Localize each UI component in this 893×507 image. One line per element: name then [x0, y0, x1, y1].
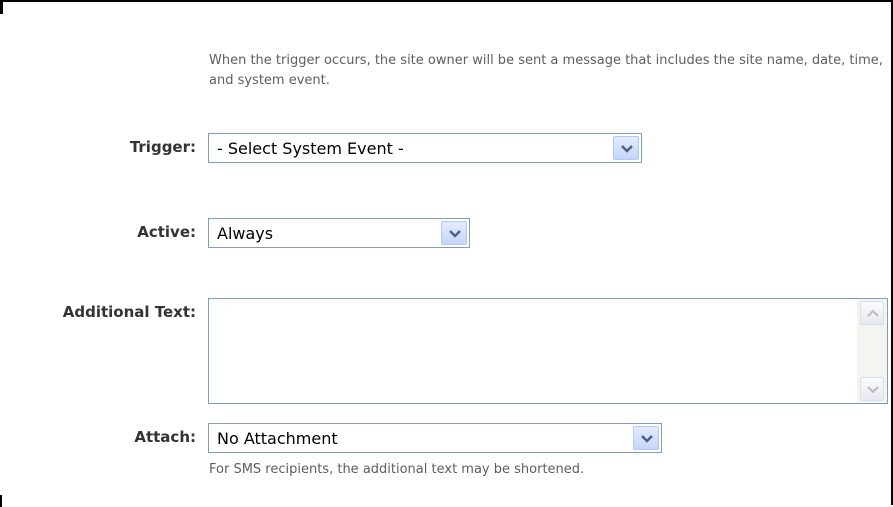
form-panel: When the trigger occurs, the site owner …: [0, 0, 893, 507]
trigger-select-value: - Select System Event -: [217, 139, 404, 158]
active-label: Active:: [137, 223, 196, 241]
additional-text-label: Additional Text:: [62, 303, 196, 321]
active-select[interactable]: Always: [208, 218, 470, 248]
scroll-down-button[interactable]: [860, 377, 884, 401]
trigger-select[interactable]: - Select System Event -: [208, 133, 642, 163]
scroll-up-button[interactable]: [860, 301, 884, 325]
frame-corner: [0, 495, 2, 507]
chevron-down-icon: [641, 435, 653, 443]
attach-dropdown-button[interactable]: [633, 426, 659, 450]
intro-text: When the trigger occurs, the site owner …: [209, 53, 883, 88]
sms-hint-text: For SMS recipients, the additional text …: [209, 462, 585, 477]
trigger-dropdown-button[interactable]: [613, 136, 639, 160]
active-dropdown-button[interactable]: [441, 221, 467, 245]
attach-select-value: No Attachment: [217, 429, 338, 448]
trigger-label: Trigger:: [129, 138, 196, 156]
textarea-scrollbar[interactable]: [857, 299, 887, 403]
attach-select[interactable]: No Attachment: [208, 423, 662, 453]
chevron-down-icon: [449, 230, 461, 238]
additional-text-input[interactable]: [208, 298, 888, 404]
chevron-down-icon: [621, 145, 633, 153]
active-select-value: Always: [217, 224, 274, 243]
arrow-down-icon: [867, 386, 879, 394]
attach-label: Attach:: [134, 428, 196, 446]
arrow-up-icon: [867, 309, 879, 317]
frame-corner: [0, 2, 3, 14]
